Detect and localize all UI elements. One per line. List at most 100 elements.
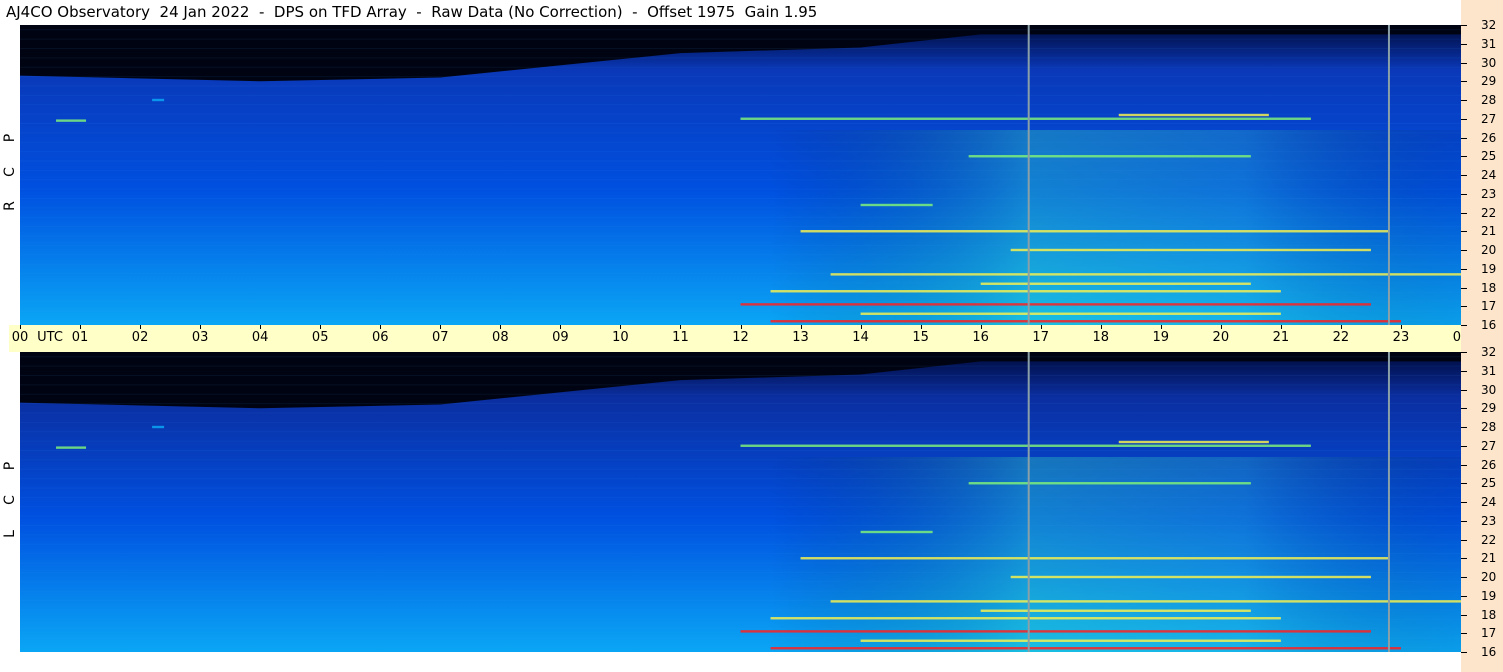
- frequency-tick-label: 21: [1481, 551, 1497, 566]
- rcp-spectrogram: [20, 25, 1461, 325]
- time-tick-mark: [1280, 325, 1282, 329]
- lcp-signal-band: [1010, 575, 1371, 579]
- time-tick-label: 19: [1152, 330, 1170, 345]
- frequency-tick-mark: [1461, 614, 1467, 616]
- frequency-tick-mark: [1461, 558, 1467, 560]
- frequency-tick-label: 31: [1481, 36, 1497, 51]
- frequency-tick-mark: [1461, 464, 1467, 466]
- time-tick-label: 15: [912, 330, 929, 345]
- frequency-tick-label: 30: [1481, 382, 1497, 397]
- time-tick-mark: [980, 325, 982, 329]
- time-tick-mark: [860, 325, 862, 329]
- rcp-letter-p: P: [2, 133, 18, 143]
- time-tick-label: 13: [792, 330, 809, 345]
- rcp-signal-band: [860, 203, 933, 207]
- frequency-tick-mark: [1461, 520, 1467, 522]
- frequency-tick-mark: [1461, 389, 1467, 391]
- lcp-signal-band: [860, 639, 1281, 642]
- lcp-letter-l: L: [2, 530, 18, 538]
- frequency-tick-label: 25: [1481, 476, 1497, 491]
- frequency-tick-mark: [1461, 325, 1467, 326]
- time-tick-label: 08: [492, 330, 509, 345]
- rcp-letter-c: C: [2, 167, 18, 177]
- rcp-signal-band: [860, 312, 1281, 315]
- rcp-signal-band: [800, 230, 1389, 233]
- time-tick-label: 22: [1332, 330, 1350, 345]
- lcp-signal-band: [860, 530, 933, 534]
- frequency-tick-label: 25: [1481, 149, 1497, 164]
- frequency-tick-mark: [1461, 287, 1467, 289]
- rcp-spectrogram-svg: [20, 25, 1461, 325]
- frequency-tick-mark: [1461, 81, 1467, 83]
- time-tick-mark: [1160, 325, 1162, 329]
- frequency-tick-mark: [1461, 62, 1467, 64]
- lcp-time-marker: [1387, 352, 1390, 652]
- lcp-signal-band: [740, 444, 1311, 447]
- frequency-tick-label: 23: [1481, 186, 1497, 201]
- lcp-signal-band: [1118, 440, 1269, 444]
- lcp-spectrogram-svg: [20, 352, 1461, 652]
- time-tick-mark: [620, 325, 622, 329]
- frequency-axis: 32 31 30 29 28 27 26 25 24 23 22 21 20 19 18 17 16 32 31 30…: [1461, 0, 1503, 672]
- frequency-tick-mark: [1461, 156, 1467, 158]
- time-tick-mark: [1400, 325, 1402, 329]
- time-tick-mark: [20, 325, 21, 329]
- time-tick-label: 12: [732, 330, 749, 345]
- time-tick-mark: [1040, 325, 1042, 329]
- time-tick-mark: [920, 325, 922, 329]
- rcp-signal-band: [770, 320, 1401, 323]
- frequency-tick-label: 18: [1481, 280, 1497, 295]
- time-tick-mark: [680, 325, 682, 329]
- time-tick-label: 02: [131, 330, 149, 345]
- time-tick-mark: [1220, 325, 1222, 329]
- rcp-letter-r: R: [2, 201, 18, 211]
- frequency-tick-label: 31: [1481, 363, 1497, 378]
- frequency-tick-label: 16: [1481, 318, 1497, 332]
- time-tick-label: 14: [852, 330, 869, 345]
- rcp-signal-band: [56, 119, 87, 122]
- time-tick-mark: [740, 325, 742, 329]
- lcp-letter-p: P: [2, 461, 18, 471]
- time-tick-label: 04: [251, 330, 269, 345]
- rcp-signal-band: [830, 273, 1461, 276]
- frequency-tick-mark: [1461, 137, 1467, 139]
- frequency-tick-label: 30: [1481, 55, 1497, 70]
- frequency-tick-mark: [1461, 193, 1467, 195]
- lcp-day-glow: [20, 457, 1461, 652]
- lcp-signal-band: [770, 617, 1281, 620]
- frequency-tick-mark: [1461, 427, 1467, 428]
- frequency-tick-mark: [1461, 595, 1467, 597]
- rcp-label-col: P C R: [0, 130, 20, 214]
- lcp-signal-band: [800, 557, 1389, 560]
- time-tick-label: 17: [1032, 330, 1049, 345]
- rcp-time-marker: [1387, 25, 1390, 325]
- time-tick-label: 09: [552, 330, 569, 345]
- time-tick-label: 06: [371, 330, 389, 345]
- frequency-tick-label: 22: [1481, 532, 1497, 547]
- frequency-tick-label: 18: [1481, 607, 1497, 622]
- lcp-signal-band: [152, 425, 165, 429]
- frequency-tick-label: 21: [1481, 224, 1497, 239]
- time-tick-label: 03: [191, 330, 209, 345]
- frequency-tick-label: 27: [1481, 438, 1497, 453]
- frequency-tick-mark: [1461, 175, 1467, 176]
- frequency-tick-label: 24: [1481, 495, 1497, 509]
- frequency-tick-label: 24: [1481, 168, 1497, 182]
- lcp-signal-band: [980, 609, 1251, 612]
- time-tick-mark: [1340, 325, 1342, 329]
- time-tick-label: 10: [612, 330, 629, 345]
- frequency-tick-mark: [1461, 231, 1467, 233]
- frequency-tick-mark: [1461, 306, 1467, 308]
- frequency-tick-mark: [1461, 118, 1467, 120]
- time-tick-label: 18: [1092, 330, 1110, 345]
- frequency-tick-mark: [1461, 408, 1467, 410]
- time-tick-mark: [440, 325, 442, 329]
- time-axis: 00 01 02 03 04 05 06 07 08 09 10 11 12 13 14 15 16 17 18 19…: [9, 325, 1496, 352]
- chart-title: AJ4CO Observatory 24 Jan 2022 - DPS on T…: [6, 3, 818, 21]
- lcp-letter-c: C: [2, 495, 18, 505]
- time-tick-mark: [500, 325, 502, 329]
- frequency-tick-mark: [1461, 268, 1467, 270]
- frequency-tick-label: 17: [1481, 299, 1497, 314]
- time-tick-label: 11: [672, 330, 689, 345]
- time-tick-label: 16: [972, 330, 989, 345]
